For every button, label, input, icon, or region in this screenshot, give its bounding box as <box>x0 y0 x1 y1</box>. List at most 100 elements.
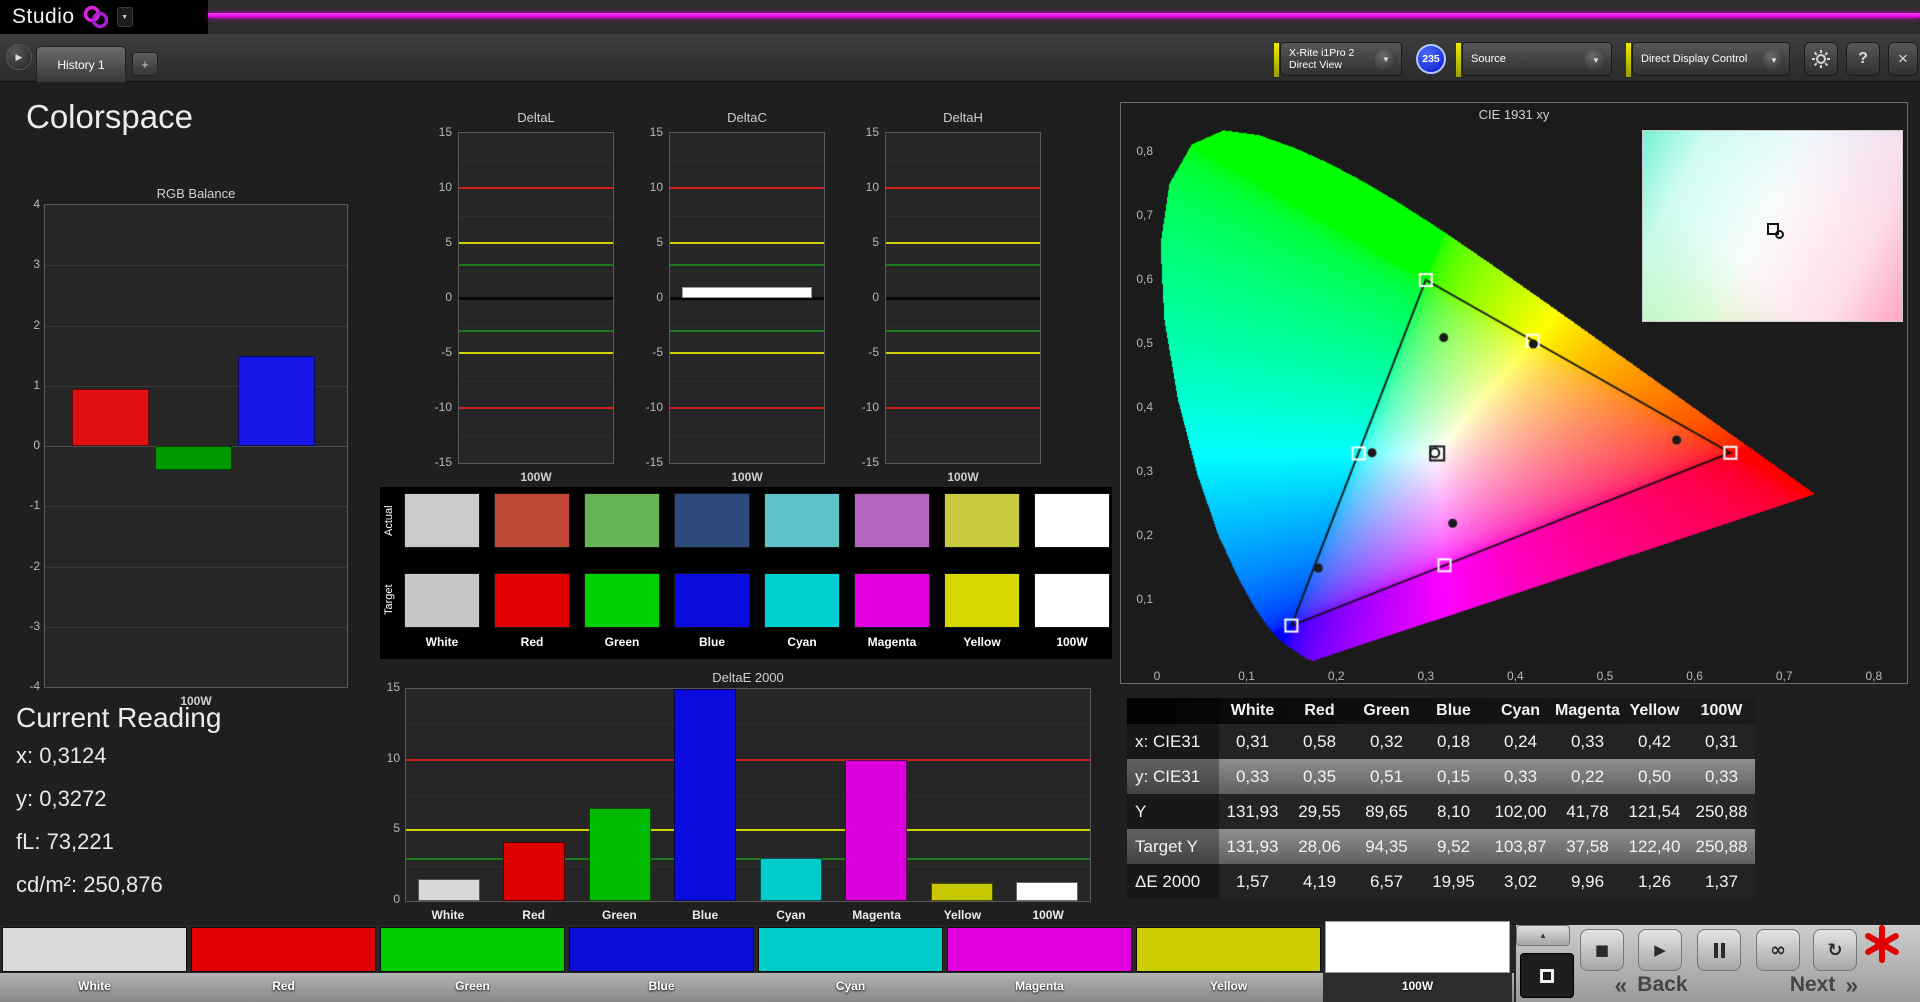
play-button[interactable]: ▶ <box>1638 929 1682 971</box>
minor-gridline <box>459 380 613 382</box>
app-logo-text: Studio <box>12 5 75 28</box>
notification-asterisk-icon[interactable] <box>1862 924 1902 964</box>
patch-button-magenta[interactable] <box>947 927 1132 972</box>
axis-tick-label: 0,4 <box>1136 400 1153 414</box>
chevron-down-icon: ▼ <box>1375 49 1397 71</box>
patch-button-100w[interactable] <box>1325 921 1510 973</box>
x-axis-label: 100W <box>731 470 763 484</box>
next-button[interactable]: Next » <box>1754 971 1894 999</box>
chart-rgb-balance: RGB Balance 100W 4 3 2 1 0 -1 -2 -3 -4 <box>24 186 360 710</box>
axis-tick-label: 5 <box>872 235 879 249</box>
swatch-actual-red <box>494 493 570 548</box>
patch-button-yellow[interactable] <box>1136 927 1321 972</box>
swatch-column-label: Magenta <box>867 635 917 649</box>
table-cell: 1,57 <box>1235 871 1270 891</box>
row-label-cell: ΔE 2000 <box>1127 864 1219 899</box>
minor-gridline <box>406 795 1090 796</box>
help-button[interactable]: ? <box>1846 42 1880 76</box>
chevron-down-icon: ▼ <box>1585 49 1607 71</box>
current-reading-panel: Current Reading x: 0,3124 y: 0,3272 fL: … <box>16 702 346 906</box>
pause-button[interactable] <box>1697 929 1741 971</box>
bar-yellow <box>930 883 993 901</box>
bar-category-label: White <box>431 908 465 922</box>
swatch-target-cyan <box>764 573 840 628</box>
x-axis-label: 100W <box>947 470 979 484</box>
table-cell: 3,02 <box>1503 871 1538 891</box>
swatch-column-label: Red <box>520 635 544 649</box>
table-cell: 0,51 <box>1369 766 1404 786</box>
scroll-up-button[interactable]: ▲ <box>1516 925 1570 946</box>
axis-tick-label: 15 <box>438 125 452 139</box>
axis-tick-label: 10 <box>438 180 452 194</box>
swatch-target-white <box>404 573 480 628</box>
minor-gridline <box>670 325 824 327</box>
display-control-dropdown[interactable]: Direct Display Control ▼ <box>1626 42 1790 77</box>
axis-tick-label: 15 <box>649 125 663 139</box>
source-status-stripe <box>1456 43 1461 77</box>
app-logo[interactable]: Studio ▼ <box>0 0 208 34</box>
axis-tick-label: 0,5 <box>1596 669 1614 683</box>
continuous-measure-button[interactable]: ∞ <box>1756 929 1800 971</box>
table-cell: 4,19 <box>1302 871 1337 891</box>
table-cell: 121,54 <box>1628 801 1681 821</box>
back-chevron-icon: « <box>1614 971 1628 998</box>
table-cell: 29,55 <box>1298 801 1341 821</box>
swatch-column-label: Cyan <box>787 635 817 649</box>
patch-button-red[interactable] <box>191 927 376 972</box>
reading-y: y: 0,3272 <box>16 786 107 811</box>
meter-dropdown[interactable]: X-Rite i1Pro 2 Direct View ▼ <box>1274 42 1402 77</box>
gridline <box>45 506 347 508</box>
chart-title: DeltaH <box>943 110 983 125</box>
table-cell: 131,93 <box>1226 801 1279 821</box>
bar-category-label: Green <box>602 908 637 922</box>
table-header-cell: 100W <box>1700 702 1743 719</box>
settings-button[interactable] <box>1804 42 1838 76</box>
patch-button-blue[interactable] <box>569 927 754 972</box>
panel-expander-button[interactable]: ▶ <box>6 44 32 70</box>
table-cell: 103,87 <box>1494 836 1547 856</box>
limit-line <box>670 242 824 244</box>
bar-white <box>417 878 480 901</box>
page-title: Colorspace <box>26 98 193 135</box>
axis-tick-label: 0,7 <box>1775 669 1793 683</box>
axis-tick-label: 5 <box>656 235 663 249</box>
table-cell: 250,88 <box>1695 801 1748 821</box>
refresh-button[interactable]: ↻ <box>1813 929 1857 971</box>
logo-menu-caret-icon[interactable]: ▼ <box>116 7 133 27</box>
swatch-actual-100w <box>1034 493 1110 548</box>
table-cell: 9,52 <box>1436 836 1471 856</box>
patch-button-green[interactable] <box>380 927 565 972</box>
limit-line <box>886 330 1040 332</box>
table-row: y: CIE31 0,33 0,35 0,51 0,15 0,33 0,22 0,50 0,33 <box>1127 759 1755 794</box>
back-button[interactable]: « Back <box>1576 971 1726 999</box>
tab-history-1[interactable]: History 1 <box>36 46 126 82</box>
table-cell: 8,10 <box>1436 801 1471 821</box>
stop-pattern-button[interactable] <box>1520 953 1574 998</box>
axis-tick-label: -2 <box>29 558 40 573</box>
axis-tick-label: 0 <box>445 290 452 304</box>
close-button[interactable]: × <box>1888 42 1918 76</box>
table-cell: 0,58 <box>1302 731 1337 751</box>
table-cell: 41,78 <box>1566 801 1609 821</box>
table-row: ΔE 2000 1,57 4,19 6,57 19,95 3,02 9,96 1,26 1,37 <box>1127 864 1755 899</box>
table-header-cell: Green <box>1363 702 1410 719</box>
limit-line <box>886 407 1040 409</box>
zero-line <box>459 297 613 300</box>
add-tab-button[interactable]: + <box>132 52 158 76</box>
table-header-cell: Yellow <box>1629 702 1680 719</box>
source-dropdown[interactable]: Source ▼ <box>1456 42 1612 77</box>
bar-cyan <box>759 858 822 901</box>
axis-tick-label: 0,5 <box>1136 336 1153 350</box>
gridline <box>45 626 347 628</box>
table-cell: 0,15 <box>1436 766 1471 786</box>
axis-tick-label: 0 <box>1153 669 1161 683</box>
stop-button[interactable]: ■ <box>1580 929 1624 971</box>
gridline <box>45 325 347 327</box>
axis-tick-label: -5 <box>441 345 452 359</box>
axis-tick-label: -15 <box>645 455 663 469</box>
table-header-cell: Red <box>1304 702 1335 719</box>
patch-button-cyan[interactable] <box>758 927 943 972</box>
limit-line <box>886 242 1040 244</box>
patch-button-white[interactable] <box>2 927 187 972</box>
limit-line <box>459 330 613 332</box>
